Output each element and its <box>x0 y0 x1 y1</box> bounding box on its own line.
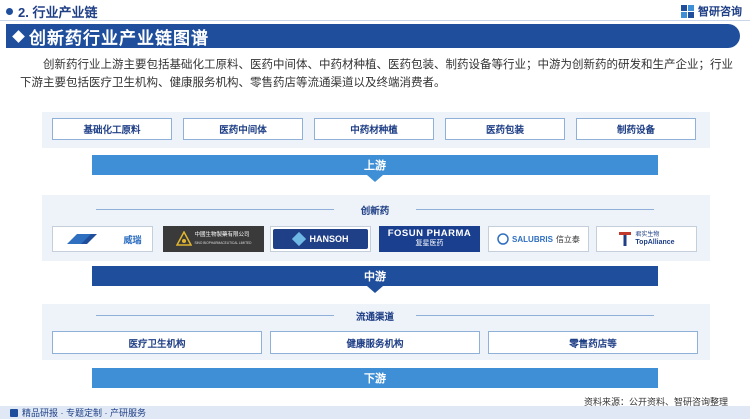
topalliance-name: TopAlliance <box>635 239 675 246</box>
topalliance-cn-name: 君实生物 <box>635 232 660 238</box>
band-divider <box>416 315 654 316</box>
midstream-arrow: 中游 <box>92 266 658 293</box>
company-logo-topalliance: 君实生物 TopAlliance <box>596 226 697 252</box>
company-logo-1-text: 威瑞 <box>123 234 142 245</box>
brand: 智研咨询 <box>681 3 742 19</box>
bullet-icon <box>6 7 13 15</box>
sino-biopharm-emblem-icon <box>175 231 192 246</box>
company-logo-1: 威瑞 <box>52 226 153 252</box>
band-divider <box>416 209 654 210</box>
fosun-subname: 复星医药 <box>415 240 444 247</box>
arrow-down-icon <box>367 286 383 293</box>
header-divider <box>0 20 750 21</box>
fosun-name: FOSUN PHARMA <box>387 228 472 239</box>
hansoh-emblem-icon <box>292 232 307 246</box>
upstream-item: 制药设备 <box>576 118 696 140</box>
sino-biopharm-name: 中國生物製藥有限公司 <box>194 232 250 238</box>
intro-paragraph: 创新药行业上游主要包括基础化工原料、医药中间体、中药材种植、医药包装、制药设备等… <box>20 59 733 89</box>
footer-tagline-text: 精品研报 · 专题定制 · 产研服务 <box>22 408 146 418</box>
sino-biopharm-subname: SINO BIOPHARMACEUTICAL LIMITED <box>194 241 252 245</box>
hansoh-name: HANSOH <box>309 234 349 244</box>
company-logo-salubris: SALUBRIS 信立泰 <box>488 226 589 252</box>
topalliance-emblem-icon <box>619 232 632 246</box>
downstream-arrow-label: 下游 <box>364 373 386 385</box>
company-logo-fosun: FOSUN PHARMA 复星医药 <box>379 226 480 252</box>
page-title: 创新药行业产业链图谱 <box>29 28 209 48</box>
footer-tagline: 精品研报 · 专题定制 · 产研服务 <box>10 406 146 419</box>
upstream-item: 医药中间体 <box>183 118 303 140</box>
band-divider <box>96 209 334 210</box>
midstream-band-title: 创新药 <box>360 206 390 217</box>
company-logo-sino-biopharm: 中國生物製藥有限公司 SINO BIOPHARMACEUTICAL LIMITE… <box>163 226 264 252</box>
company-logo-hansoh: HANSOH <box>270 226 371 252</box>
downstream-item: 健康服务机构 <box>270 331 480 354</box>
upstream-item: 医药包装 <box>445 118 565 140</box>
midstream-arrow-label: 中游 <box>364 271 386 283</box>
section-header: 2. 行业产业链 <box>6 3 98 20</box>
salubris-subname: 信立泰 <box>555 234 580 244</box>
upstream-item: 中药材种植 <box>314 118 434 140</box>
brand-name: 智研咨询 <box>698 6 742 18</box>
band-divider <box>96 315 334 316</box>
upstream-item: 基础化工原料 <box>52 118 172 140</box>
salubris-name: SALUBRIS <box>512 234 553 244</box>
downstream-band-title: 流通渠道 <box>355 312 394 323</box>
downstream-arrow: 下游 <box>92 368 658 388</box>
upstream-arrow-label: 上游 <box>364 160 386 172</box>
section-label: 2. 行业产业链 <box>18 4 98 20</box>
arrow-down-icon <box>367 175 383 182</box>
salubris-emblem-icon <box>497 233 509 245</box>
title-bar: 创新药行业产业链图谱 <box>6 24 740 48</box>
brand-logo-icon <box>681 4 694 18</box>
diamond-icon <box>12 29 25 43</box>
downstream-item: 零售药店等 <box>488 331 698 354</box>
downstream-item: 医疗卫生机构 <box>52 331 262 354</box>
company-logo-1-icon <box>67 234 98 244</box>
upstream-arrow: 上游 <box>92 155 658 182</box>
report-icon <box>10 408 18 417</box>
